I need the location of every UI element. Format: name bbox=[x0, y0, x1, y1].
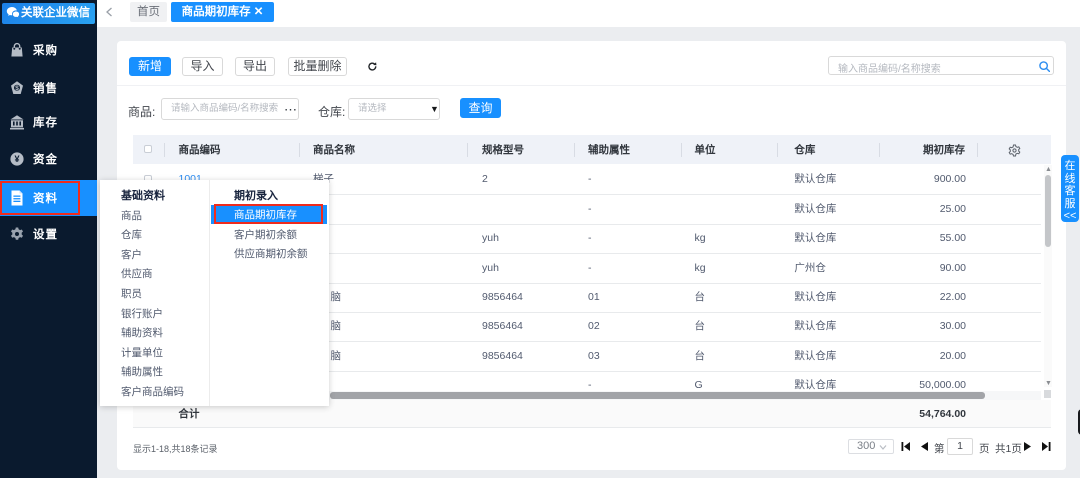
svg-text:$: $ bbox=[15, 84, 19, 91]
svg-text:¥: ¥ bbox=[14, 154, 19, 164]
